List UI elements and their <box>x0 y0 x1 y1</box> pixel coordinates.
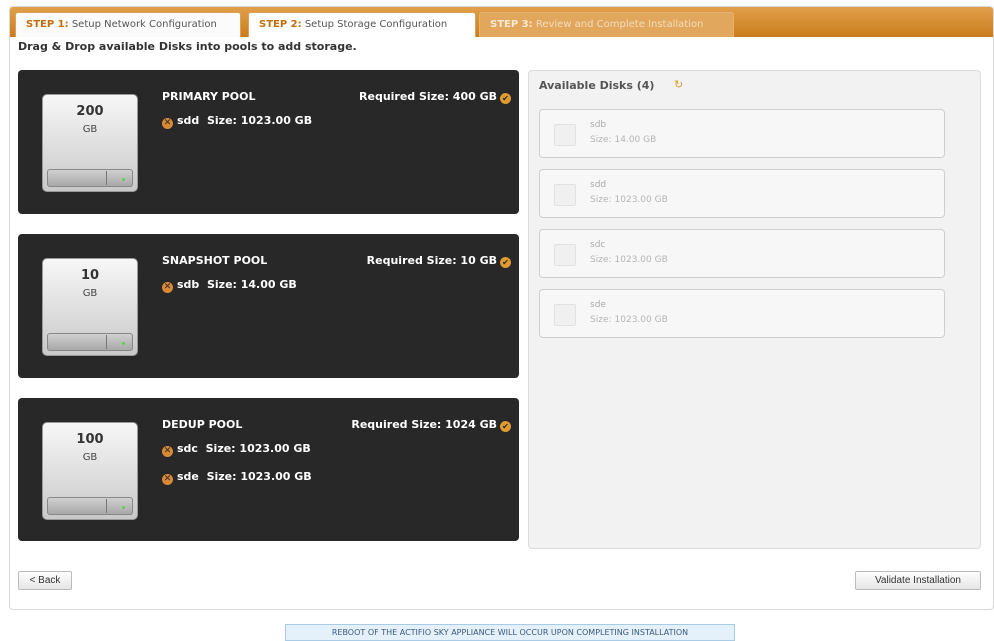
instructions-text: Drag & Drop available Disks into pools t… <box>18 40 357 53</box>
tab-step-2[interactable]: STEP 2: Setup Storage Configuration <box>248 12 476 37</box>
disk-icon <box>554 244 576 266</box>
available-disk-name: sdb <box>590 120 607 130</box>
available-disks-title: Available Disks (4) <box>539 79 655 92</box>
validate-installation-button[interactable]: Validate Installation <box>855 571 981 590</box>
available-disk-name: sdd <box>590 180 607 190</box>
hard-drive-icon: 100 GB <box>42 422 138 520</box>
drive-unit: GB <box>82 288 98 299</box>
drive-bay <box>47 333 133 351</box>
disk-icon <box>554 184 576 206</box>
remove-circle-icon[interactable]: ✕ <box>162 282 173 293</box>
required-size-text: Required Size: 1024 GB <box>351 418 497 431</box>
check-circle-icon: ✔ <box>500 93 511 104</box>
tab-step-2-label: Setup Storage Configuration <box>304 19 448 30</box>
available-disk-size-value: 1023.00 GB <box>614 315 668 325</box>
required-size-text: Required Size: 10 GB <box>366 254 497 267</box>
available-disk-size: Size: 1023.00 GB <box>590 195 668 205</box>
available-disk-size-label: Size: <box>590 195 612 205</box>
drive-unit: GB <box>82 452 98 463</box>
available-disk-card[interactable]: sde Size: 1023.00 GB <box>539 289 945 338</box>
pool-disk-entry: ✕ sdc Size: 1023.00 GB <box>162 442 311 457</box>
back-button[interactable]: < Back <box>18 571 72 590</box>
pool-disk-size: Size: 1023.00 GB <box>206 470 312 483</box>
available-disk-size: Size: 1023.00 GB <box>590 315 668 325</box>
remove-circle-icon[interactable]: ✕ <box>162 118 173 129</box>
available-disk-card[interactable]: sdc Size: 1023.00 GB <box>539 229 945 278</box>
disk-icon <box>554 304 576 326</box>
remove-circle-icon[interactable]: ✕ <box>162 474 173 485</box>
pool-disk-entry: ✕ sdd Size: 1023.00 GB <box>162 114 312 129</box>
drive-size: 10 <box>80 268 100 283</box>
drive-led <box>122 342 125 345</box>
drive-bay-divider <box>106 499 107 513</box>
drive-unit: GB <box>82 124 98 135</box>
available-disk-name: sdc <box>590 240 606 250</box>
required-size-text: Required Size: 400 GB <box>359 90 497 103</box>
refresh-icon[interactable]: ↻ <box>674 78 683 91</box>
tab-step-1-label: Setup Network Configuration <box>71 19 217 30</box>
pool-disk-name: sdb <box>177 278 200 291</box>
primary-pool-dropzone[interactable]: 200 GB PRIMARY POOL Required Size: 400 G… <box>18 70 519 214</box>
available-disk-card[interactable]: sdd Size: 1023.00 GB <box>539 169 945 218</box>
available-disk-size-label: Size: <box>590 135 612 145</box>
reboot-notice: REBOOT OF THE ACTIFIO SKY APPLIANCE WILL… <box>285 624 735 641</box>
available-disk-size-value: 14.00 GB <box>614 135 657 145</box>
drive-led <box>122 178 125 181</box>
step-tabbar: STEP 1: Setup Network Configuration STEP… <box>10 7 993 37</box>
pool-disk-name: sdd <box>177 114 200 127</box>
tab-step-1[interactable]: STEP 1: Setup Network Configuration <box>15 12 241 37</box>
available-disk-size-label: Size: <box>590 315 612 325</box>
pool-disk-entry: ✕ sdb Size: 14.00 GB <box>162 278 297 293</box>
dedup-pool-dropzone[interactable]: 100 GB DEDUP POOL Required Size: 1024 GB… <box>18 398 519 541</box>
required-size: Required Size: 10 GB ✔ <box>367 254 511 268</box>
pool-title: SNAPSHOT POOL <box>162 254 268 267</box>
available-disk-name: sde <box>590 300 606 310</box>
tab-step-1-number: STEP 1: <box>26 19 69 30</box>
check-circle-icon: ✔ <box>500 421 511 432</box>
available-disk-size-value: 1023.00 GB <box>614 195 668 205</box>
drive-led <box>122 506 125 509</box>
tab-step-3-number: STEP 3: <box>490 19 533 30</box>
tab-step-3[interactable]: STEP 3: Review and Complete Installation <box>479 12 734 37</box>
available-disk-size-label: Size: <box>590 255 612 265</box>
pool-disk-size: Size: 1023.00 GB <box>206 114 313 127</box>
available-disk-size: Size: 14.00 GB <box>590 135 656 145</box>
pool-disk-size: Size: 14.00 GB <box>206 278 297 291</box>
available-disks-panel[interactable]: Available Disks (4) ↻ sdb Size: 14.00 GB … <box>528 70 981 549</box>
required-size: Required Size: 400 GB ✔ <box>359 90 511 104</box>
tab-step-2-number: STEP 2: <box>259 19 302 30</box>
drive-bay <box>47 169 133 187</box>
available-disk-card[interactable]: sdb Size: 14.00 GB <box>539 109 945 158</box>
pool-disk-entry: ✕ sde Size: 1023.00 GB <box>162 470 312 485</box>
drive-bay <box>47 497 133 515</box>
pool-disk-name: sdc <box>177 442 198 455</box>
drive-bay-divider <box>106 171 107 185</box>
remove-circle-icon[interactable]: ✕ <box>162 446 173 457</box>
drive-bay-divider <box>106 335 107 349</box>
pool-disk-size: Size: 1023.00 GB <box>205 442 311 455</box>
pool-title: DEDUP POOL <box>162 418 243 431</box>
disk-icon <box>554 124 576 146</box>
pool-title: PRIMARY POOL <box>162 90 256 103</box>
hard-drive-icon: 200 GB <box>42 94 138 192</box>
hard-drive-icon: 10 GB <box>42 258 138 356</box>
pool-disk-name: sde <box>177 470 199 483</box>
available-disk-size-value: 1023.00 GB <box>614 255 668 265</box>
tab-step-3-label: Review and Complete Installation <box>535 19 704 30</box>
available-disk-size: Size: 1023.00 GB <box>590 255 668 265</box>
snapshot-pool-dropzone[interactable]: 10 GB SNAPSHOT POOL Required Size: 10 GB… <box>18 234 519 378</box>
drive-size: 200 <box>76 104 104 119</box>
required-size: Required Size: 1024 GB ✔ <box>351 418 511 432</box>
check-circle-icon: ✔ <box>500 257 511 268</box>
drive-size: 100 <box>76 432 104 447</box>
